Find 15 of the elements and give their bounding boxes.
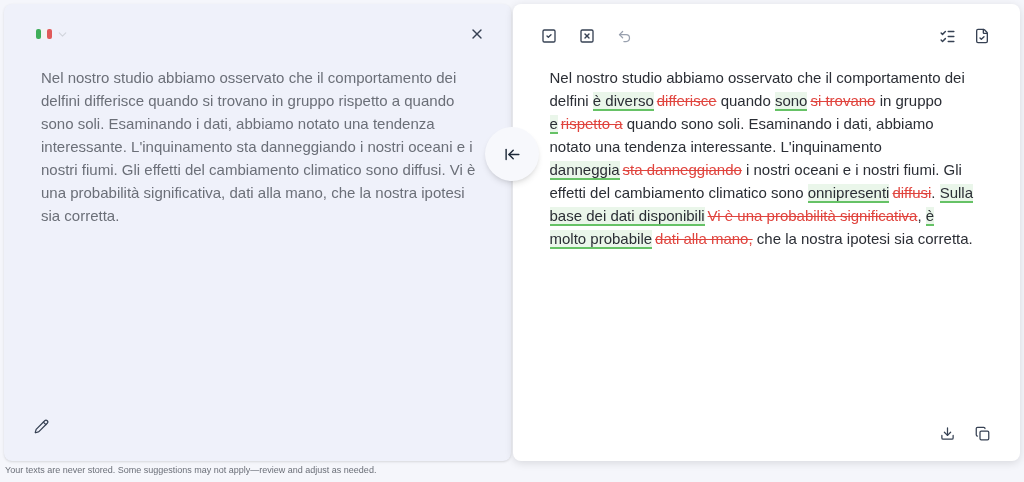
flag-icon <box>36 28 52 40</box>
undo-icon <box>616 28 632 44</box>
pencil-icon <box>34 419 49 434</box>
document-check-icon <box>974 28 990 44</box>
download-button[interactable] <box>940 426 955 441</box>
edit-button[interactable] <box>34 419 49 434</box>
download-icon <box>940 426 955 441</box>
copy-button[interactable] <box>975 426 990 441</box>
copy-icon <box>975 426 990 441</box>
corrected-text[interactable]: Nel nostro studio abbiamo osservato che il comportamento dei delfini è diverso differisce quando sono si trovano in gruppo e rispetto a quando sono soli. Esaminando i dati, abbiamo notato una tendenza interessante. L'inquinamento danneggia sta danneggiando i nostri oceani e i nostri fiumi. Gli effetti del cambiamento climatico sono onnipresenti diffusi. Sulla base dei dati disponibili Vi è una probabilità significativa, è molto probabile dati alla mano, che la nostra ipotesi sia corretta. <box>549 66 974 250</box>
checked-box-icon <box>540 28 557 44</box>
footer-note: Your texts are never stored. Some suggestions may not apply—review and adjust as needed. <box>4 464 378 477</box>
source-text[interactable]: Nel nostro studio abbiamo osservato che il comportamento dei delfini differisce quando si trovano in gruppo rispetto a quando sono soli. Esaminando i dati, abbiamo notato una tendenza interessante. L'inquinamento sta danneggiando i nostri oceani e i nostri fiumi. Gli effetti del cambiamento climatico sono diffusi. Vi è una probabilità significativa, dati alla mano, che la nostra ipotesi sia corretta. <box>41 66 481 227</box>
crossed-box-icon <box>578 28 595 44</box>
document-check-button[interactable] <box>974 28 990 44</box>
